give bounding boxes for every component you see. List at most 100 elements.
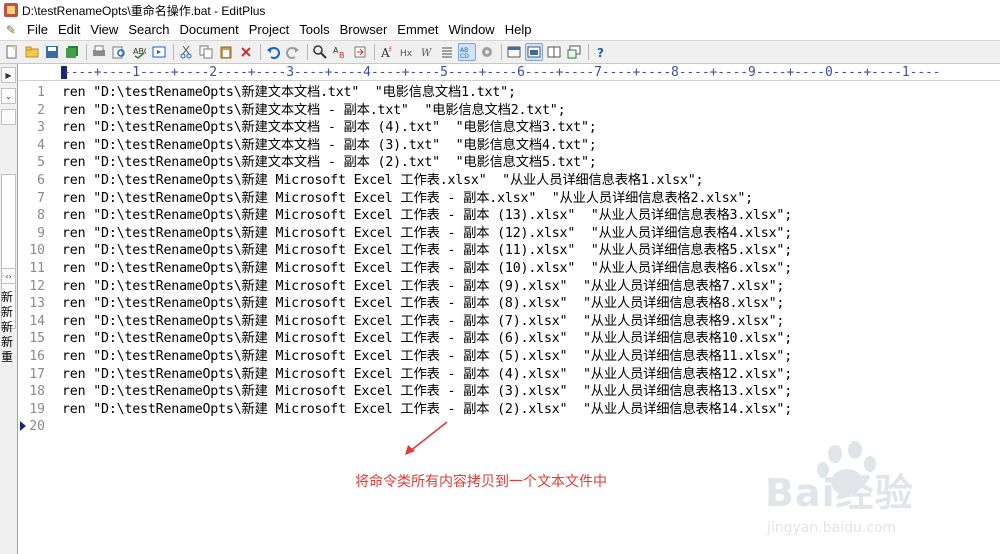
code-line[interactable]: ren "D:\testRenameOpts\新建文本文档 - 副本 (4).t… — [62, 119, 597, 137]
code-line[interactable]: ren "D:\testRenameOpts\新建 Microsoft Exce… — [62, 295, 784, 313]
settings-icon[interactable] — [478, 43, 496, 61]
svg-text:W: W — [421, 48, 432, 59]
menu-emmet[interactable]: Emmet — [392, 20, 443, 40]
undo-icon[interactable] — [264, 43, 282, 61]
line-number: 18 — [29, 384, 45, 400]
file-list-item[interactable]: 新 — [1, 290, 17, 305]
menu-help[interactable]: Help — [500, 20, 537, 40]
help-icon[interactable]: ? — [592, 43, 610, 61]
goto-icon[interactable] — [351, 43, 369, 61]
code-line[interactable]: ren "D:\testRenameOpts\新建 Microsoft Exce… — [62, 330, 792, 348]
replace-icon[interactable]: AB — [331, 43, 349, 61]
window-3-icon[interactable] — [545, 43, 563, 61]
baidu-jingyan-watermark: Bai经验 jingyan.baidu.com — [745, 440, 995, 550]
paste-icon[interactable] — [217, 43, 235, 61]
toolbar-separator — [588, 44, 589, 60]
file-list-item[interactable]: 新 — [1, 320, 17, 335]
current-line-marker-icon — [20, 421, 26, 431]
code-line[interactable]: ren "D:\testRenameOpts\新建 Microsoft Exce… — [62, 242, 792, 260]
line-number-icon[interactable] — [438, 43, 456, 61]
line-number: 11 — [29, 261, 45, 276]
code-line[interactable]: ren "D:\testRenameOpts\新建 Microsoft Exce… — [62, 313, 784, 331]
code-line[interactable]: ren "D:\testRenameOpts\新建文本文档 - 副本 (2).t… — [62, 154, 597, 172]
line-number: 4 — [37, 137, 45, 153]
menu-file[interactable]: File — [22, 20, 53, 40]
left-panel: ▶ ⌄ ‹› 新 新 新 新 重 — [0, 64, 18, 554]
print-icon[interactable] — [90, 43, 108, 61]
menu-document[interactable]: Document — [175, 20, 244, 40]
font-icon[interactable]: Af — [378, 43, 396, 61]
print-preview-icon[interactable] — [110, 43, 128, 61]
file-list-item[interactable]: 新 — [1, 335, 17, 350]
word-wrap-icon[interactable]: W — [418, 43, 436, 61]
open-folder-icon[interactable] — [23, 43, 41, 61]
delete-icon[interactable] — [237, 43, 255, 61]
code-line[interactable]: ren "D:\testRenameOpts\新建 Microsoft Exce… — [62, 366, 792, 384]
find-icon[interactable] — [311, 43, 329, 61]
editplus-app-icon — [4, 3, 18, 17]
toolbar-separator — [173, 44, 174, 60]
ruler-scale: ----+----1----+----2----+----3----+----4… — [63, 65, 941, 80]
code-line[interactable]: ren "D:\testRenameOpts\新建 Microsoft Exce… — [62, 383, 792, 401]
pencil-icon: ✎ — [5, 23, 17, 37]
new-file-icon[interactable] — [3, 43, 21, 61]
toolbar-separator — [86, 44, 87, 60]
watermark-url: jingyan.baidu.com — [767, 520, 897, 536]
menu-tools[interactable]: Tools — [294, 20, 334, 40]
panel-scroll-arrows-icon[interactable]: ‹› — [1, 268, 16, 284]
watermark-logo-text: Bai经验 — [765, 471, 914, 515]
code-line[interactable]: ren "D:\testRenameOpts\新建 Microsoft Exce… — [62, 225, 792, 243]
column-select-icon[interactable]: AB CD — [458, 43, 476, 61]
svg-text:?: ? — [597, 46, 604, 59]
redo-icon[interactable] — [284, 43, 302, 61]
line-number: 15 — [29, 331, 45, 347]
code-line[interactable]: ren "D:\testRenameOpts\新建 Microsoft Exce… — [62, 260, 792, 278]
menu-edit[interactable]: Edit — [53, 20, 85, 40]
save-all-icon[interactable] — [63, 43, 81, 61]
code-line[interactable]: ren "D:\testRenameOpts\新建文本文档 - 副本 (3).t… — [62, 137, 597, 155]
code-line[interactable]: ren "D:\testRenameOpts\新建文本文档 - 副本.txt" … — [62, 102, 566, 120]
panel-expand-arrow-icon[interactable]: ▶ — [1, 67, 16, 83]
menu-bar: ✎ File Edit View Search Document Project… — [0, 20, 1000, 40]
line-number: 10 — [29, 243, 45, 259]
window-4-icon[interactable] — [565, 43, 583, 61]
code-line[interactable]: ren "D:\testRenameOpts\新建 Microsoft Exce… — [62, 348, 792, 366]
code-line[interactable]: ren "D:\testRenameOpts\新建 Microsoft Exce… — [62, 190, 753, 208]
line-number: 8 — [37, 208, 45, 224]
copy-icon[interactable] — [197, 43, 215, 61]
line-number: 6 — [37, 173, 45, 188]
line-number: 9 — [37, 225, 45, 241]
line-number-gutter: 1 2 3 4 5 6 7 8 9 10 11 12 13 14 15 16 1… — [19, 82, 51, 554]
window-2-icon[interactable] — [525, 43, 543, 61]
window-title: D:\testRenameOpts\重命名操作.bat - EditPlus — [22, 3, 266, 18]
line-number: 13 — [29, 296, 45, 312]
menu-window[interactable]: Window — [443, 20, 499, 40]
cut-icon[interactable] — [177, 43, 195, 61]
code-line[interactable]: ren "D:\testRenameOpts\新建 Microsoft Exce… — [62, 401, 792, 419]
line-number: 5 — [37, 155, 45, 171]
code-line[interactable]: ren "D:\testRenameOpts\新建 Microsoft Exce… — [62, 278, 784, 296]
menu-view[interactable]: View — [85, 20, 123, 40]
line-number: 17 — [29, 366, 45, 382]
file-list: 新 新 新 新 重 — [1, 290, 17, 365]
spell-check-icon[interactable]: ABC — [130, 43, 148, 61]
line-number: 3 — [37, 120, 45, 136]
file-list-item[interactable]: 新 — [1, 305, 17, 320]
code-line[interactable]: ren "D:\testRenameOpts\新建文本文档.txt" "电影信息… — [62, 84, 516, 102]
window-1-icon[interactable] — [505, 43, 523, 61]
file-list-item[interactable]: 重 — [1, 350, 17, 365]
line-number: 2 — [37, 102, 45, 118]
browser-preview-icon[interactable] — [150, 43, 168, 61]
save-icon[interactable] — [43, 43, 61, 61]
code-line[interactable]: ren "D:\testRenameOpts\新建 Microsoft Exce… — [62, 207, 792, 225]
menu-search[interactable]: Search — [123, 20, 174, 40]
toolbar: ABC AB Af Hx W ABCD ? — [0, 40, 1000, 64]
menu-browser[interactable]: Browser — [335, 20, 393, 40]
hex-icon[interactable]: Hx — [398, 43, 416, 61]
title-bar: D:\testRenameOpts\重命名操作.bat - EditPlus — [0, 0, 1000, 20]
code-line[interactable]: ren "D:\testRenameOpts\新建 Microsoft Exce… — [62, 172, 704, 190]
chevron-down-icon[interactable]: ⌄ — [1, 88, 16, 104]
line-number: 7 — [37, 190, 45, 206]
panel-dropdown[interactable] — [1, 109, 16, 125]
menu-project[interactable]: Project — [244, 20, 294, 40]
